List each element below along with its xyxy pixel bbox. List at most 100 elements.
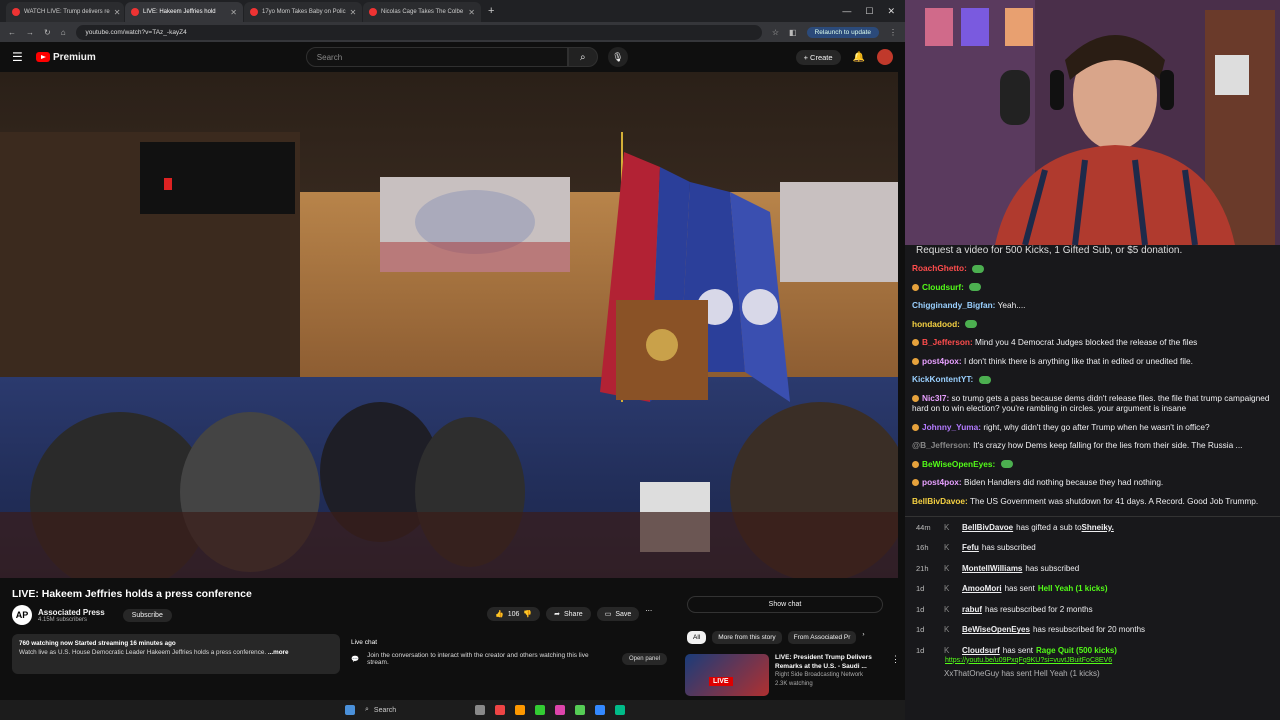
browser-tab[interactable]: WATCH LIVE: Trump delivers re ✕ [6,2,124,22]
event-username[interactable]: Cloudsurf [962,646,1000,655]
chat-username[interactable]: @B_Jefferson: [912,440,971,450]
chip-more-from-story[interactable]: More from this story [712,631,782,644]
hamburger-menu-icon[interactable]: ☰ [12,50,36,64]
open-panel-button[interactable]: Open panel [621,653,667,665]
user-avatar[interactable] [877,49,893,65]
close-tab-icon[interactable]: ✕ [114,8,121,17]
close-tab-icon[interactable]: ✕ [230,8,237,17]
event-time: 1d [916,645,925,655]
url-field[interactable]: youtube.com/watch?v=TAz_-kayZ4 [75,24,762,40]
search-button[interactable]: ⌕ [567,47,598,67]
new-tab-button[interactable]: + [482,5,500,17]
browser-tab[interactable]: 17yo Mom Takes Baby on Polic ✕ [244,2,362,22]
event-username[interactable]: Fefu [962,543,979,552]
chat-username[interactable]: Johnny_Yuma: [922,422,981,432]
chat-username[interactable]: BeWiseOpenEyes: [922,459,995,469]
event-username[interactable]: BeWiseOpenEyes [962,625,1030,634]
event-username[interactable]: BellBivDavoe [962,523,1013,532]
extensions-icon[interactable]: ◧ [789,28,797,37]
chat-username[interactable]: Nic3l7: [922,393,949,403]
app-icon[interactable] [535,705,545,715]
search-input[interactable]: Search [305,47,568,67]
user-badge-icon [912,283,919,291]
chat-username[interactable]: RoachGhetto: [912,263,967,273]
more-link[interactable]: ...more [268,649,289,656]
recommended-video[interactable]: LIVE LIVE: President Trump Delivers Rema… [685,654,900,696]
app-icon[interactable] [495,705,505,715]
taskbar-search[interactable]: ⌕ Search [365,706,465,714]
chat-username[interactable]: BellBivDavoe: [912,496,968,506]
emote-icon [1000,460,1013,469]
youtube-logo[interactable]: Premium [36,52,96,63]
chat-username[interactable]: Cloudsurf: [922,282,964,292]
windows-start-icon[interactable] [345,705,355,715]
spotify-icon[interactable] [575,705,585,715]
app-icon[interactable] [555,705,565,715]
thumbs-down-icon[interactable]: 👎 [523,610,532,618]
relaunch-button[interactable]: Relaunch to update [806,26,879,38]
chat-username[interactable]: hondadood: [912,319,960,329]
description-box[interactable]: 760 watching now Started streaming 16 mi… [12,634,340,674]
browser-tab[interactable]: Nicolas Cage Takes The Colbe ✕ [363,2,481,22]
microphone-icon: 🎙 [612,51,624,62]
task-view-icon[interactable] [475,705,485,715]
event-username[interactable]: rabuf [962,605,982,614]
back-icon[interactable]: ← [8,28,16,37]
chat-username[interactable]: KickKontentYT: [912,374,973,384]
maximize-icon[interactable]: ☐ [865,6,873,17]
chip-from-channel[interactable]: From Associated Pr [787,631,857,644]
app-icon[interactable] [615,705,625,715]
user-badge-icon [912,394,919,402]
notifications-bell-icon[interactable]: 🔔 [853,52,865,63]
chat-text: so trump gets a pass because dems didn't… [912,392,1270,414]
like-button[interactable]: 👍 106 👎 [487,607,541,621]
kick-icon: K [944,563,950,573]
tab-label: WATCH LIVE: Trump delivers re [24,9,110,15]
chrome-icon[interactable] [515,705,525,715]
kick-icon: K [944,543,950,553]
share-button[interactable]: ➦ Share [546,607,591,621]
reload-icon[interactable]: ↻ [44,28,51,37]
chat-message: post4pox: I don't think there is anythin… [905,356,1280,367]
show-chat-button[interactable]: Show chat [687,596,883,613]
more-actions-icon[interactable]: ⋯ [645,607,652,621]
video-actions: 👍 106 👎 ➦ Share ▭ Save ⋯ [487,607,652,621]
chat-message: hondadood: [905,319,1280,330]
channel-avatar[interactable]: AP [12,605,32,625]
chat-username[interactable]: B_Jefferson: [922,337,973,347]
save-button[interactable]: ▭ Save [596,607,640,621]
channel-name[interactable]: Associated Press [38,608,105,617]
close-tab-icon[interactable]: ✕ [350,8,357,17]
search-placeholder: Search [316,52,343,62]
subscribe-button[interactable]: Subscribe [122,608,172,622]
recommended-menu-icon[interactable]: ⋮ [891,654,900,696]
close-window-icon[interactable]: ✕ [887,6,895,17]
event-link[interactable]: https://youtu.be/u09PxqFq9KU?si=vuvtJBui… [905,657,1280,664]
recommended-thumbnail[interactable]: LIVE [685,654,769,696]
bookmark-star-icon[interactable]: ☆ [772,28,779,37]
create-button[interactable]: + Create [795,49,841,65]
youtube-header: ☰ Premium Search ⌕ 🎙 + Create 🔔 [0,42,905,72]
event-username[interactable]: MontellWilliams [962,564,1022,573]
live-chat-text: Join the conversation to interact with t… [367,652,589,666]
user-badge-icon [912,479,919,487]
close-tab-icon[interactable]: ✕ [468,8,475,17]
minimize-icon[interactable]: — [842,6,851,17]
event-username[interactable]: AmooMori [962,584,1002,593]
chat-username[interactable]: post4pox: [922,477,962,487]
chat-username[interactable]: post4pox: [922,356,962,366]
forward-icon[interactable]: → [26,28,34,37]
windows-taskbar: ⌕ Search [0,700,905,720]
app-icon[interactable] [595,705,605,715]
voice-search-button[interactable]: 🎙 [607,47,628,67]
menu-kebab-icon[interactable]: ⋮ [889,28,897,37]
chip-all[interactable]: All [687,631,707,644]
browser-tab-active[interactable]: LIVE: Hakeem Jeffries hold ✕ [125,2,243,22]
youtube-favicon-icon [12,8,20,16]
chat-username[interactable]: Chigginandy_Bigfan: [912,300,995,310]
chevron-right-icon[interactable]: › [862,631,864,644]
webcam-feed [905,0,1280,245]
video-player[interactable] [0,72,898,578]
home-icon[interactable]: ⌂ [61,28,66,37]
subscriber-count: 4.15M subscribers [38,616,88,623]
